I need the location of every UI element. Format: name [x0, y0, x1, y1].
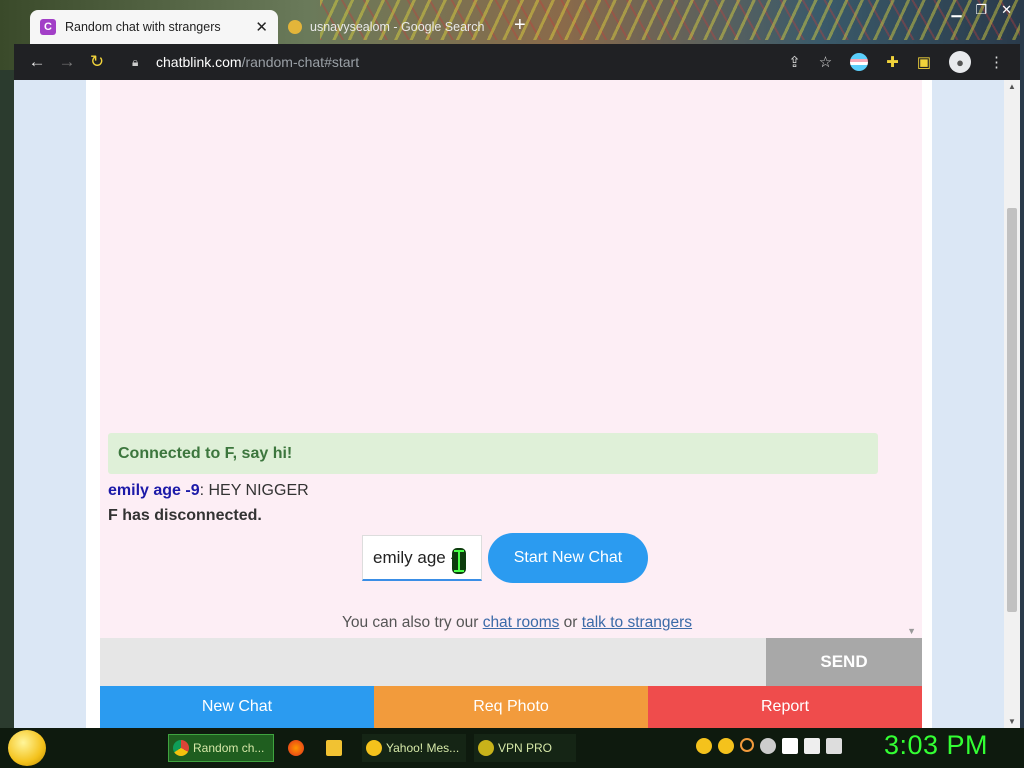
- forward-arrow-icon[interactable]: →: [52, 52, 82, 72]
- yahoo-messenger-icon: [366, 740, 382, 756]
- tab-title-rest: om - Google Search: [372, 20, 485, 34]
- alternatives-line: You can also try our chat rooms or talk …: [14, 614, 1020, 632]
- browser-window: C Random chat with strangers ✕ usnavysea…: [14, 0, 1020, 728]
- extensions-puzzle-icon[interactable]: ✚: [886, 53, 899, 71]
- send-button[interactable]: SEND: [766, 638, 922, 686]
- tab-title: usnavyseal: [310, 20, 373, 34]
- message-text: : HEY NIGGER: [199, 482, 309, 499]
- taskbar-label: VPN PRO: [498, 741, 553, 755]
- chat-message: emily age -9: HEY NIGGER: [108, 482, 309, 500]
- google-icon: [288, 20, 302, 34]
- tray-smiley-icon[interactable]: [718, 738, 734, 754]
- url-path: /random-chat#start: [241, 54, 360, 70]
- chrome-icon: [173, 740, 189, 756]
- bookmark-star-icon[interactable]: ☆: [819, 53, 832, 71]
- scroll-thumb[interactable]: [1007, 208, 1017, 612]
- chat-rooms-link[interactable]: chat rooms: [483, 614, 560, 631]
- tray-flag-icon[interactable]: [782, 738, 798, 754]
- taskbar-item-chrome[interactable]: Random ch...: [168, 734, 274, 762]
- start-smiley-icon[interactable]: [8, 730, 46, 766]
- folder-icon: [326, 740, 342, 756]
- page-scrollbar[interactable]: ▲ ▼: [1004, 80, 1020, 728]
- scroll-down-icon[interactable]: ▼: [1008, 717, 1016, 726]
- action-bar: New Chat Req Photo Report: [100, 686, 922, 728]
- message-compose: SEND: [100, 638, 922, 688]
- minimize-icon[interactable]: ▁: [951, 2, 961, 18]
- tray-network-icon[interactable]: [804, 738, 820, 754]
- alt-mid: or: [563, 614, 578, 631]
- vpn-icon: [478, 740, 494, 756]
- address-bar[interactable]: 🔒︎ chatblink.com/random-chat#start: [132, 50, 854, 74]
- new-tab-plus-icon[interactable]: +: [514, 14, 526, 37]
- tab-random-chat[interactable]: C Random chat with strangers ✕: [30, 10, 278, 44]
- desktop-edge: [0, 70, 14, 730]
- taskbar-clock: 3:03 PM: [884, 730, 989, 760]
- talk-to-strangers-link[interactable]: talk to strangers: [582, 614, 692, 631]
- tray-search-icon[interactable]: [740, 738, 754, 752]
- browser-toolbar: ← → ↻ 🔒︎ chatblink.com/random-chat#start…: [14, 44, 1020, 80]
- taskbar-item-firefox[interactable]: [288, 734, 308, 762]
- tab-title: Random chat with strangers: [65, 20, 221, 34]
- message-input[interactable]: [100, 638, 770, 688]
- window-close-icon[interactable]: ✕: [1001, 2, 1012, 18]
- taskbar-item-yahoo[interactable]: Yahoo! Mes...: [362, 734, 466, 762]
- chatblink-c-icon: C: [40, 19, 56, 35]
- tab-strip: C Random chat with strangers ✕ usnavysea…: [14, 0, 1020, 44]
- page-viewport: ▼ Connected to F, say hi! emily age -9: …: [14, 80, 1020, 728]
- new-chat-button[interactable]: New Chat: [100, 686, 374, 728]
- req-photo-button[interactable]: Req Photo: [374, 686, 648, 728]
- message-sender: emily age -9: [108, 482, 200, 499]
- text-cursor-icon: [452, 548, 466, 574]
- taskbar-item-folder[interactable]: [326, 734, 346, 762]
- connected-status: Connected to F, say hi!: [108, 433, 878, 474]
- url-host: chatblink.com: [156, 54, 242, 70]
- system-tray: [696, 738, 842, 754]
- menu-kebab-icon[interactable]: ⋮: [989, 53, 1004, 71]
- report-button[interactable]: Report: [648, 686, 922, 728]
- maximize-icon[interactable]: ❐: [975, 2, 987, 18]
- tray-volume-icon[interactable]: [826, 738, 842, 754]
- window-controls: ▁ ❐ ✕: [951, 2, 1012, 18]
- alt-prefix: You can also try our: [341, 614, 479, 631]
- tab-google-search[interactable]: usnavysealom - Google Search: [278, 10, 508, 44]
- extension-flag-icon[interactable]: [850, 53, 869, 71]
- disconnect-notice: F has disconnected.: [108, 507, 262, 524]
- reload-icon[interactable]: ↻: [82, 52, 112, 72]
- back-arrow-icon[interactable]: ←: [22, 52, 52, 72]
- firefox-icon: [288, 740, 304, 756]
- taskbar-item-vpn[interactable]: VPN PRO: [474, 734, 576, 762]
- scroll-up-icon[interactable]: ▲: [1008, 82, 1016, 91]
- start-new-chat-button[interactable]: Start New Chat: [488, 533, 648, 583]
- side-panel-icon[interactable]: ▣: [917, 53, 931, 71]
- close-icon[interactable]: ✕: [255, 18, 268, 36]
- share-icon[interactable]: ⇪: [788, 53, 801, 71]
- tray-smiley-icon[interactable]: [696, 738, 712, 754]
- tray-status-icon[interactable]: [760, 738, 776, 754]
- lock-icon: 🔒︎: [132, 54, 139, 69]
- profile-avatar-icon[interactable]: ●: [949, 51, 971, 73]
- taskbar: Random ch... Yahoo! Mes... VPN PRO 3:03 …: [0, 728, 1024, 768]
- toolbar-actions: ⇪ ☆ ✚ ▣ ● ⋮: [788, 44, 1020, 80]
- taskbar-label: Random ch...: [193, 741, 265, 755]
- taskbar-label: Yahoo! Mes...: [386, 741, 460, 755]
